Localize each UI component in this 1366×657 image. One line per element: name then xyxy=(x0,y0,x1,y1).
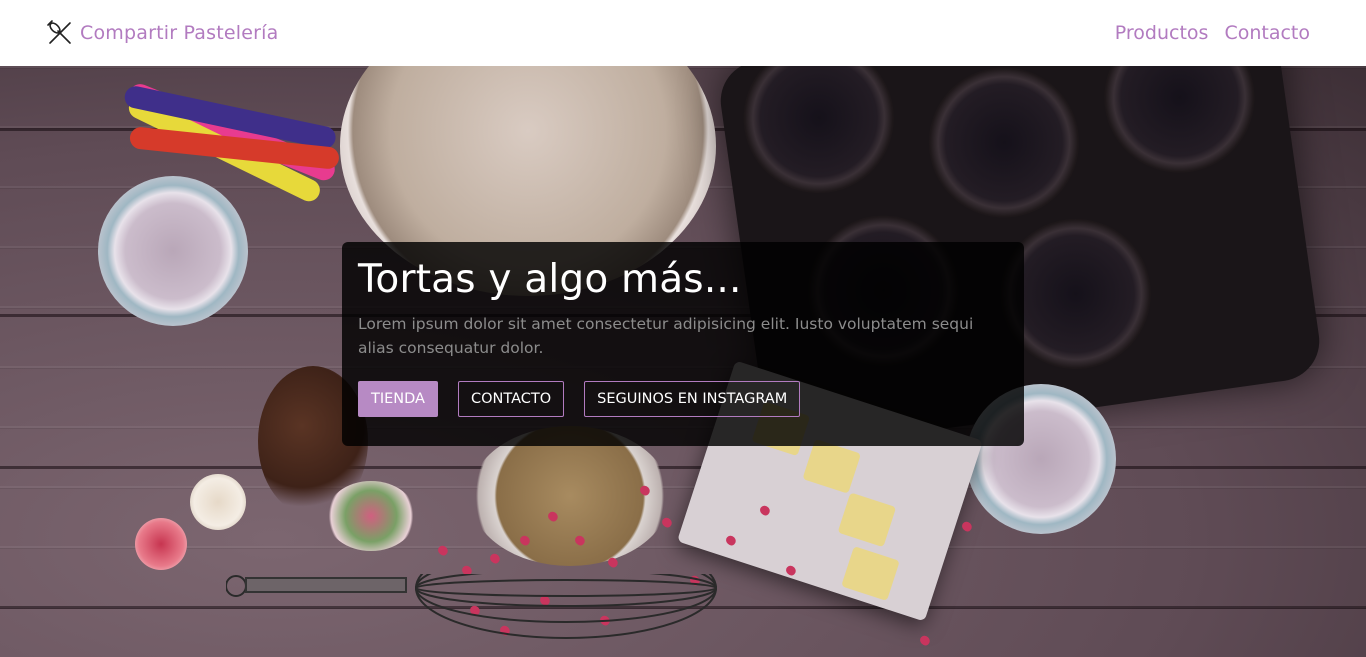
contact-button[interactable]: CONTACTO xyxy=(457,381,565,417)
navbar: Compartir Pastelería Productos Contacto xyxy=(0,0,1366,66)
nav-link-contacto[interactable]: Contacto xyxy=(1224,22,1310,44)
brand-link[interactable]: Compartir Pastelería xyxy=(46,19,278,47)
brand-name: Compartir Pastelería xyxy=(80,22,279,44)
hero-banner: Tortas y algo más... Lorem ipsum dolor s… xyxy=(0,66,1366,657)
shop-button[interactable]: TIENDA xyxy=(358,381,438,417)
instagram-button[interactable]: SEGUINOS EN INSTAGRAM xyxy=(584,381,801,417)
hero-overlay-card: Tortas y algo más... Lorem ipsum dolor s… xyxy=(342,242,1024,446)
hero-description: Lorem ipsum dolor sit amet consectetur a… xyxy=(358,315,974,357)
whisk-rolling-pin-icon xyxy=(46,19,74,47)
nav-link-productos[interactable]: Productos xyxy=(1115,22,1209,44)
hero-title: Tortas y algo más... xyxy=(358,257,742,302)
nav-links: Productos Contacto xyxy=(1115,22,1310,44)
hero-buttons: TIENDA CONTACTO SEGUINOS EN INSTAGRAM xyxy=(358,381,1008,417)
